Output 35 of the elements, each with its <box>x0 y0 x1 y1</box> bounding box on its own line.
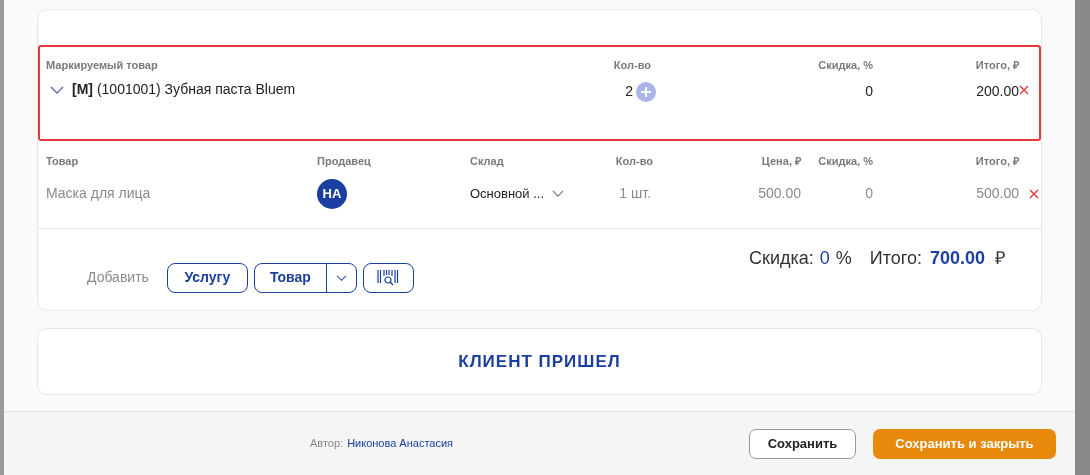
discount-label: Скидка: <box>749 246 814 270</box>
column-header: Маркируемый товар <box>46 57 159 73</box>
column-header: Итого, ₽ <box>974 154 1019 169</box>
quantity-value: 2 <box>625 82 633 101</box>
column-header: Скидка, % <box>817 154 873 169</box>
client-arrived-button[interactable]: КЛИЕНТ ПРИШЕЛ <box>37 328 1042 395</box>
product-name: Маска для лица <box>46 184 152 203</box>
column-header: Товар <box>46 154 80 169</box>
discount-value: 0 <box>864 82 873 101</box>
add-product-button[interactable]: Товар <box>254 263 327 292</box>
currency-sign: ₽ <box>995 246 1005 270</box>
total-value: 700.00 <box>929 246 985 270</box>
author-label: Автор: <box>309 436 344 452</box>
column-header: Цена, ₽ <box>760 154 801 169</box>
warehouse-dropdown[interactable]: Основной ... <box>470 183 586 204</box>
add-service-button[interactable]: Услугу <box>166 262 248 293</box>
discount-value: 0 <box>819 246 830 270</box>
column-header: Продавец <box>317 154 372 169</box>
column-header: Скидка, % <box>817 57 873 73</box>
save-button[interactable]: Сохранить <box>749 428 856 459</box>
product-name: [M] (1001001) Зубная паста Bluem <box>72 81 296 97</box>
price-value: 500.00 <box>757 184 801 203</box>
add-label: Добавить <box>87 268 149 287</box>
total-label: Итого: <box>869 246 922 270</box>
total-value: 500.00 <box>975 184 1019 203</box>
author-name: Никонова Анастасия <box>347 436 454 452</box>
column-header: Итого, ₽ <box>974 57 1019 73</box>
column-header: Склад <box>470 154 505 169</box>
column-header: Кол-во <box>612 57 652 73</box>
seller-avatar: НА <box>317 178 347 209</box>
column-header: Кол-во <box>614 154 653 169</box>
quantity-value: 1 шт. <box>618 184 652 203</box>
discount-unit: % <box>835 246 852 270</box>
discount-value: 0 <box>864 184 873 203</box>
total-value: 200.00 <box>975 82 1019 101</box>
